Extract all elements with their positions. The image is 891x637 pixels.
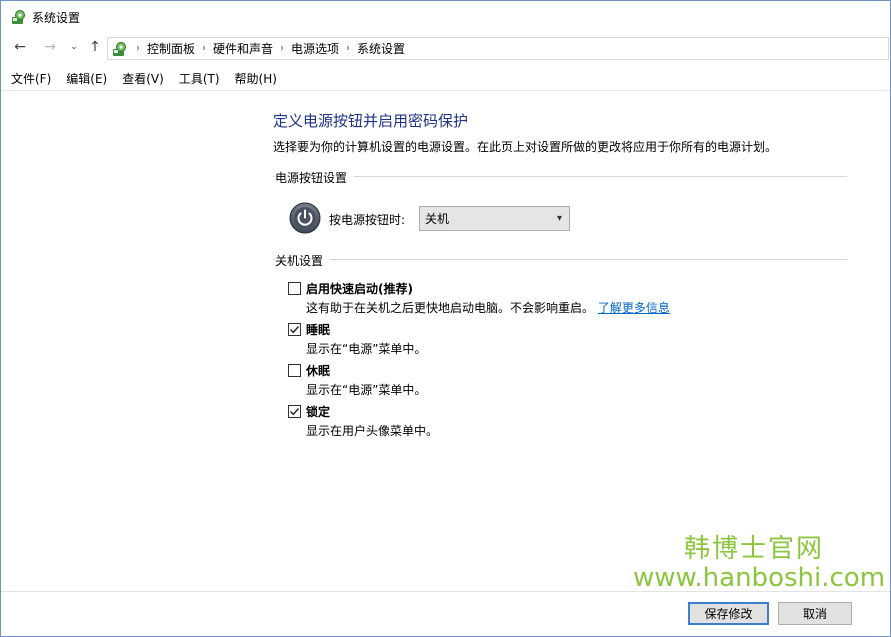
learn-more-link[interactable]: 了解更多信息 [598,301,670,315]
watermark-url: www.hanboshi.com [633,563,886,593]
sleep-checkbox[interactable] [288,323,301,336]
navigation-bar: ← → ⌄ ↑ › 控制面板 › 硬件和声音 › 电源选项 › 系统设置 [1,35,890,61]
breadcrumb-system-settings[interactable]: 系统设置 [357,40,405,57]
chevron-right-icon[interactable]: › [346,43,350,54]
lock-label[interactable]: 锁定 [306,403,330,420]
section-heading-power-button: 电源按钮设置 [275,169,355,186]
sleep-description: 显示在“电源”菜单中。 [306,342,427,356]
select-value: 关机 [425,212,450,226]
menu-tools[interactable]: 工具(T) [179,70,220,87]
watermark-name: 韩博士官网 [684,534,825,564]
chevron-right-icon[interactable]: › [136,43,140,54]
window-title: 系统设置 [32,11,81,25]
breadcrumb-control-panel[interactable]: 控制面板 [147,40,195,57]
divider [1,90,890,91]
fast-startup-description: 这有助于在关机之后更快地启动电脑。不会影响重启。 了解更多信息 [306,299,670,316]
save-button[interactable]: 保存修改 [688,602,769,625]
breadcrumb-hardware-sound[interactable]: 硬件和声音 [213,40,273,57]
page-description: 选择要为你的计算机设置的电源设置。在此页上对设置所做的更改将应用于你所有的电源计… [273,140,778,154]
fast-startup-label[interactable]: 启用快速启动(推荐) [306,280,413,297]
control-panel-icon [113,41,126,56]
chevron-right-icon[interactable]: › [280,43,284,54]
back-arrow-icon[interactable]: ← [11,38,29,56]
checkmark-icon [290,408,300,416]
fast-startup-checkbox[interactable] [288,282,301,295]
menu-edit[interactable]: 编辑(E) [66,70,107,87]
divider [273,259,847,260]
title-bar[interactable]: 系统设置 [1,1,890,33]
menu-help[interactable]: 帮助(H) [235,70,277,87]
divider [1,591,890,592]
divider [273,176,847,177]
fast-startup-desc-text: 这有助于在关机之后更快地启动电脑。不会影响重启。 [306,301,595,315]
menu-bar: 文件(F) 编辑(E) 查看(V) 工具(T) 帮助(H) [1,67,890,89]
control-panel-icon [12,10,25,24]
lock-checkbox[interactable] [288,405,301,418]
chevron-down-icon[interactable]: ⌄ [65,38,83,56]
sleep-label[interactable]: 睡眠 [306,321,330,338]
lock-description: 显示在用户头像菜单中。 [306,424,439,438]
chevron-down-icon: ▾ [556,213,562,224]
hibernate-description: 显示在“电源”菜单中。 [306,383,427,397]
section-heading-shutdown: 关机设置 [275,252,331,269]
chevron-right-icon[interactable]: › [202,43,206,54]
cancel-button[interactable]: 取消 [778,602,852,625]
up-arrow-icon[interactable]: ↑ [86,38,104,56]
hibernate-checkbox[interactable] [288,364,301,377]
checkmark-icon [290,326,300,334]
address-bar[interactable]: › 控制面板 › 硬件和声音 › 电源选项 › 系统设置 [107,37,889,60]
hibernate-label[interactable]: 休眠 [306,362,330,379]
breadcrumb-power-options[interactable]: 电源选项 [291,40,339,57]
power-button-label: 按电源按钮时: [329,213,406,227]
forward-arrow-icon[interactable]: → [41,38,59,56]
power-action-select[interactable]: 关机 ▾ [419,206,570,231]
window: 系统设置 ← → ⌄ ↑ › 控制面板 › 硬件和声音 › 电源选项 › 系统设… [0,0,891,637]
menu-view[interactable]: 查看(V) [122,70,164,87]
power-icon [289,202,321,234]
page-title: 定义电源按钮并启用密码保护 [273,112,469,130]
menu-file[interactable]: 文件(F) [11,70,51,87]
